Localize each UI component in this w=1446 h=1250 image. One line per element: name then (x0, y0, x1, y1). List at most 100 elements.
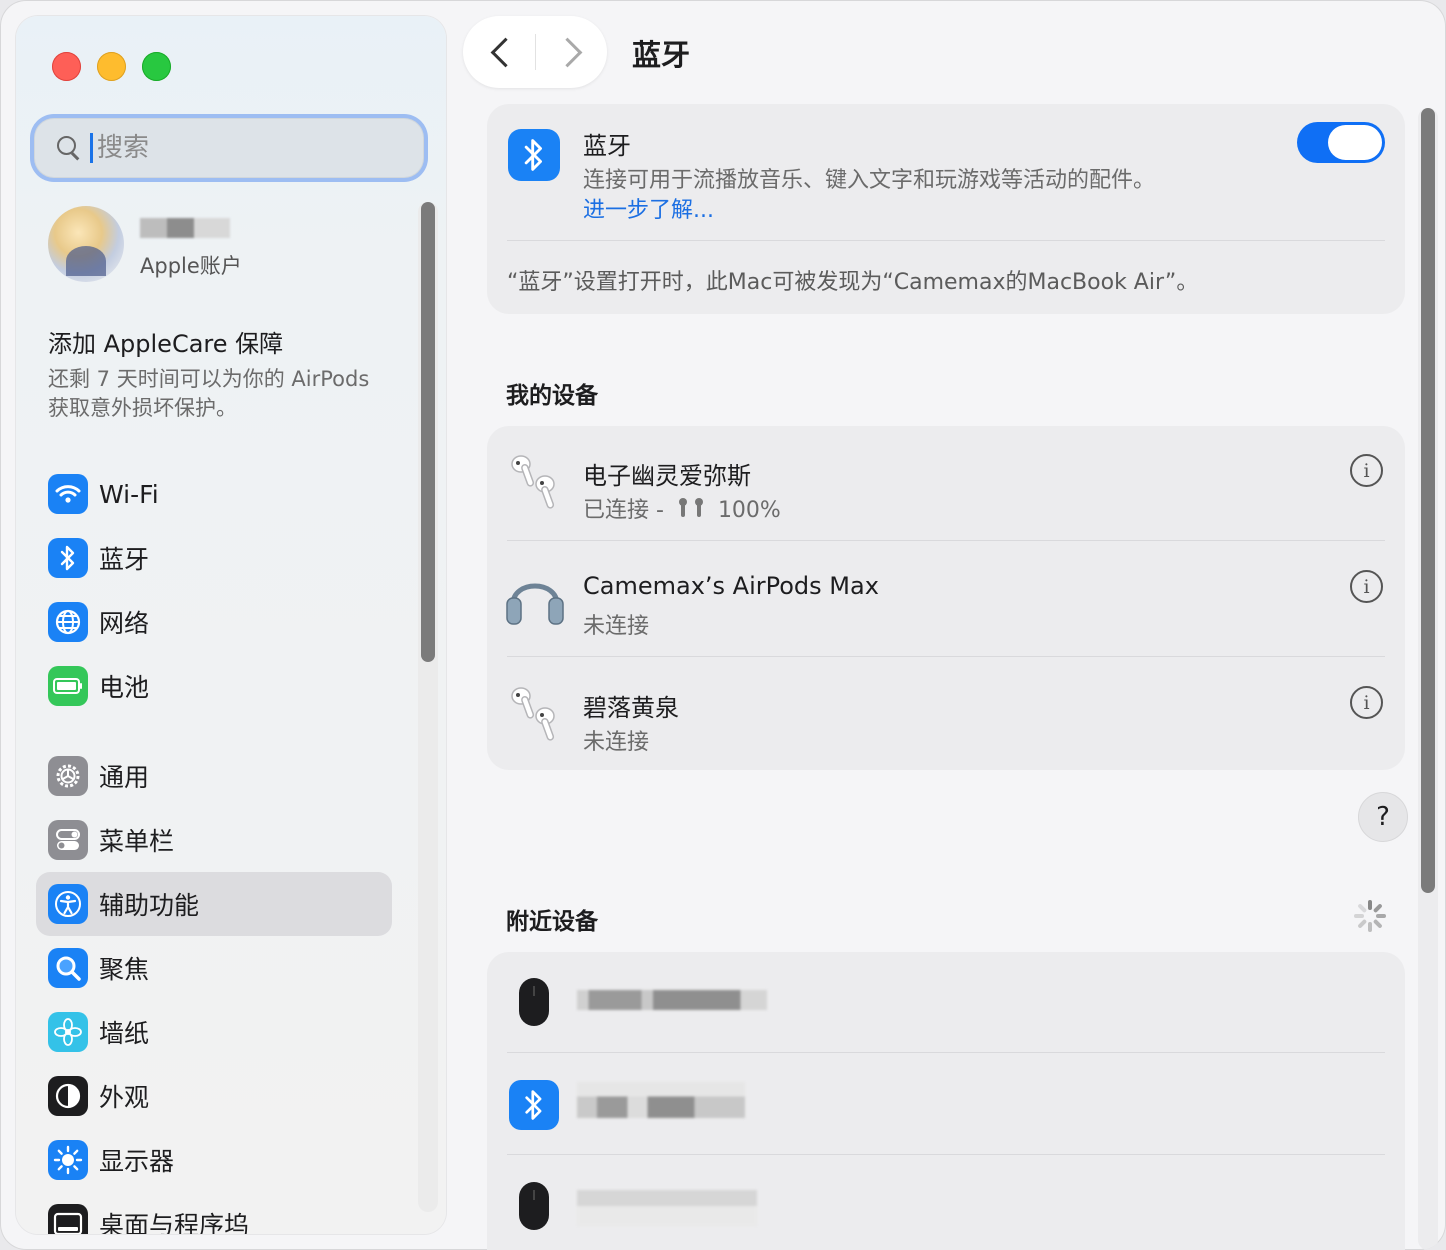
airpods-icon (505, 450, 565, 514)
text-caret (90, 133, 93, 163)
info-icon[interactable]: i (1350, 686, 1383, 719)
mouse-icon (519, 1182, 549, 1230)
sidebar-scroll-thumb[interactable] (421, 202, 435, 662)
content-scrollbar[interactable] (1418, 108, 1438, 1250)
chevron-left-icon (490, 37, 521, 68)
redacted-device-name (577, 1082, 745, 1118)
nearby-device-row[interactable] (487, 1156, 1405, 1250)
bluetooth-toggle[interactable] (1297, 122, 1385, 163)
page-title: 蓝牙 (632, 38, 691, 72)
airpods-max-icon (505, 566, 565, 630)
back-button[interactable] (487, 36, 521, 68)
chevron-right-icon (552, 37, 583, 68)
nearby-device-row[interactable] (487, 952, 1405, 1052)
device-status: 未连接 (583, 730, 650, 755)
close-button[interactable] (52, 52, 81, 81)
sidebar-nav: Wi-Fi 蓝牙 网络 电池 通用 菜单栏 辅助功能 聚焦 墙纸 外观 显示器 … (36, 462, 392, 1234)
sidebar-item-label: 辅助功能 (99, 891, 200, 920)
divider (507, 240, 1385, 241)
nearby-devices-heading: 附近设备 (506, 909, 598, 935)
dock-icon (48, 1204, 88, 1234)
sidebar-item-label: 网络 (99, 609, 150, 638)
info-icon[interactable]: i (1350, 570, 1383, 603)
my-devices-list: 电子幽灵爱弥斯 已连接 - 100% i Camemax’s AirPods M… (487, 426, 1405, 770)
sidebar-item-label: 墙纸 (99, 1019, 150, 1048)
applecare-desc-line2: 获取意外损坏保护。 (48, 396, 237, 420)
my-devices-heading: 我的设备 (506, 383, 598, 409)
sidebar-item-bluetooth[interactable]: 蓝牙 (36, 526, 392, 590)
display-icon (48, 1140, 88, 1180)
forward-button[interactable] (552, 36, 585, 68)
sidebar-item-label: 通用 (99, 763, 150, 792)
sidebar-item-network[interactable]: 网络 (36, 590, 392, 654)
sidebar-item-label: 桌面与程序坞 (99, 1211, 250, 1234)
sidebar-item-wallpaper[interactable]: 墙纸 (36, 1000, 392, 1064)
sidebar-item-label: 聚焦 (99, 955, 150, 984)
nearby-device-row[interactable] (487, 1054, 1405, 1154)
bluetooth-card: 蓝牙 连接可用于流播放音乐、键入文字和玩游戏等活动的配件。 进一步了解... “… (487, 104, 1405, 314)
sidebar: Apple账户 添加 AppleCare 保障 还剩 7 天时间可以为你的 Ai… (16, 16, 446, 1234)
discoverable-note: “蓝牙”设置打开时，此Mac可被发现为“Camemax的MacBook Air”… (507, 270, 1199, 295)
wallpaper-icon (48, 1012, 88, 1052)
info-icon[interactable]: i (1350, 454, 1383, 487)
spotlight-icon (48, 948, 88, 988)
redacted-device-name (577, 990, 767, 1010)
menubar-icon (48, 820, 88, 860)
device-row[interactable]: Camemax’s AirPods Max 未连接 i (487, 542, 1405, 656)
sidebar-item-spotlight[interactable]: 聚焦 (36, 936, 392, 1000)
search-field[interactable] (34, 118, 424, 178)
sidebar-item-menubar[interactable]: 菜单栏 (36, 808, 392, 872)
sidebar-item-wifi[interactable]: Wi-Fi (36, 462, 392, 526)
apple-account[interactable]: Apple账户 (48, 206, 408, 286)
sidebar-item-accessibility[interactable]: 辅助功能 (36, 872, 392, 936)
sidebar-item-label: 蓝牙 (99, 545, 150, 574)
settings-window: Apple账户 添加 AppleCare 保障 还剩 7 天时间可以为你的 Ai… (0, 0, 1446, 1250)
history-nav (463, 16, 607, 88)
device-name: Camemax’s AirPods Max (583, 572, 879, 600)
divider (507, 1052, 1385, 1053)
sidebar-item-label: 外观 (99, 1083, 150, 1112)
mouse-icon (519, 978, 549, 1026)
device-row[interactable]: 碧落黄泉 未连接 i (487, 658, 1405, 772)
sidebar-item-appearance[interactable]: 外观 (36, 1064, 392, 1128)
bluetooth-icon (509, 1080, 559, 1130)
minimize-button[interactable] (97, 52, 126, 81)
account-label: Apple账户 (140, 254, 242, 278)
applecare-desc-line1: 还剩 7 天时间可以为你的 AirPods (48, 367, 370, 391)
nav-separator (535, 34, 536, 70)
divider (507, 540, 1385, 541)
gear-icon (48, 756, 88, 796)
device-name: 电子幽灵爱弥斯 (583, 462, 751, 490)
device-row[interactable]: 电子幽灵爱弥斯 已连接 - 100% i (487, 426, 1405, 540)
device-name: 碧落黄泉 (583, 694, 679, 722)
content-scroll-thumb[interactable] (1421, 108, 1435, 893)
divider (507, 1154, 1385, 1155)
sidebar-scrollbar[interactable] (418, 202, 438, 1212)
device-status-text: 已连接 - (583, 498, 664, 523)
search-input[interactable] (95, 132, 399, 164)
nearby-devices-list (487, 952, 1405, 1250)
redacted-account-name (140, 218, 230, 238)
battery-level: 100% (717, 498, 781, 523)
loading-spinner-icon (1352, 898, 1388, 934)
bluetooth-icon (48, 538, 88, 578)
device-status: 已连接 - 100% (583, 492, 781, 525)
bluetooth-icon (508, 129, 560, 181)
sidebar-item-label: Wi-Fi (99, 479, 159, 509)
applecare-desc: 还剩 7 天时间可以为你的 AirPods 获取意外损坏保护。 (48, 365, 418, 423)
help-button[interactable]: ? (1358, 792, 1408, 842)
applecare-promo[interactable]: 添加 AppleCare 保障 还剩 7 天时间可以为你的 AirPods 获取… (48, 324, 418, 423)
sidebar-item-battery[interactable]: 电池 (36, 654, 392, 718)
zoom-button[interactable] (142, 52, 171, 81)
window-controls (52, 52, 171, 81)
bluetooth-title: 蓝牙 (583, 132, 631, 160)
sidebar-item-dock[interactable]: 桌面与程序坞 (36, 1192, 392, 1234)
learn-more-link[interactable]: 进一步了解... (583, 192, 714, 224)
bluetooth-description: 连接可用于流播放音乐、键入文字和玩游戏等活动的配件。 (583, 168, 1156, 193)
device-status: 未连接 (583, 614, 650, 639)
sidebar-item-general[interactable]: 通用 (36, 744, 392, 808)
sidebar-item-label: 电池 (99, 673, 150, 702)
battery-icon (48, 666, 88, 706)
sidebar-item-display[interactable]: 显示器 (36, 1128, 392, 1192)
avatar (48, 206, 124, 282)
